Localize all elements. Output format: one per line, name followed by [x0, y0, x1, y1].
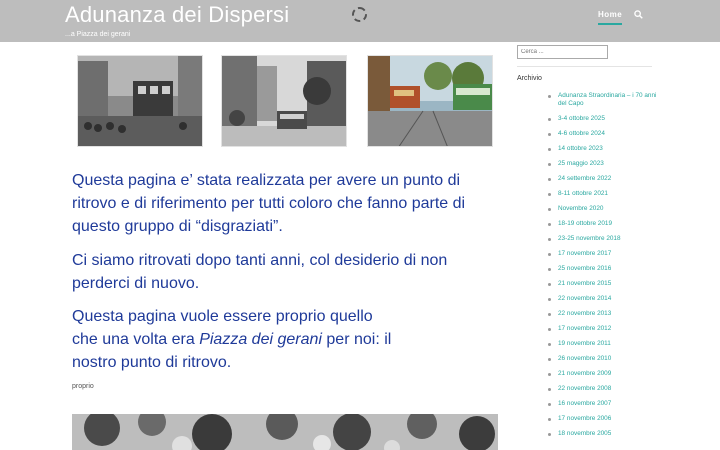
archive-link[interactable]: 26 novembre 2010	[548, 355, 658, 363]
archive-link[interactable]: 19 novembre 2011	[548, 340, 658, 348]
sidebar-search-input[interactable]	[517, 45, 608, 59]
archive-link[interactable]: 18-19 ottobre 2019	[548, 220, 658, 228]
intro-paragraph-2: Ci siamo ritrovati dopo tanti anni, col …	[72, 252, 448, 292]
archive-link[interactable]: 8-11 ottobre 2021	[548, 190, 658, 198]
archive-link[interactable]: 17 novembre 2006	[548, 415, 658, 423]
archive-link[interactable]: 4-6 ottobre 2024	[548, 130, 658, 138]
archive-link[interactable]: 21 novembre 2015	[548, 280, 658, 288]
archive-link[interactable]: 17 novembre 2017	[548, 250, 658, 258]
search-icon[interactable]	[634, 10, 643, 19]
intro-paragraph-3: Questa pagina vuole essere proprio quell…	[72, 305, 402, 374]
site-title[interactable]: Adunanza dei Dispersi	[65, 2, 289, 28]
nav-active-indicator	[598, 23, 622, 25]
archive-link[interactable]: 25 maggio 2023	[548, 160, 658, 168]
archive-link[interactable]: 22 novembre 2013	[548, 310, 658, 318]
photo-tram-crowd[interactable]	[77, 55, 203, 147]
archive-heading: Archivio	[517, 75, 542, 82]
archive-link[interactable]: Novembre 2020	[548, 205, 658, 213]
site-tagline: ...a Piazza dei gerani	[65, 31, 131, 38]
archive-link[interactable]: 18 novembre 2005	[548, 430, 658, 438]
archive-link[interactable]: 22 novembre 2014	[548, 295, 658, 303]
archive-link[interactable]: 23-25 novembre 2018	[548, 235, 658, 243]
nav-home-link[interactable]: Home	[598, 10, 622, 19]
archive-link[interactable]: 14 ottobre 2023	[548, 145, 658, 153]
post-tag-label[interactable]: proprio	[72, 383, 94, 390]
archive-link[interactable]: 25 novembre 2016	[548, 265, 658, 273]
archive-link[interactable]: 3-4 ottobre 2025	[548, 115, 658, 123]
archive-link[interactable]: 17 novembre 2012	[548, 325, 658, 333]
photo-trees-bw[interactable]	[72, 414, 498, 450]
archive-link[interactable]: 16 novembre 2007	[548, 400, 658, 408]
archive-link[interactable]: 24 settembre 2022	[548, 175, 658, 183]
archive-link[interactable]: 22 novembre 2008	[548, 385, 658, 393]
archive-list: Adunanza Straordinaria – i 70 anni del C…	[548, 92, 658, 445]
archive-link[interactable]: 21 novembre 2009	[548, 370, 658, 378]
loading-spinner-icon	[352, 7, 367, 22]
photo-street-buses[interactable]	[221, 55, 347, 147]
piazza-dei-gerani-emphasis: Piazza dei gerani	[199, 331, 322, 348]
site-header: Adunanza dei Dispersi ...a Piazza dei ge…	[0, 0, 720, 42]
intro-paragraph-1: Questa pagina e’ stata realizzata per av…	[72, 172, 466, 235]
photo-trams-color[interactable]	[367, 55, 493, 147]
archive-link[interactable]: Adunanza Straordinaria – i 70 anni del C…	[548, 92, 658, 108]
sidebar-divider	[517, 66, 652, 67]
